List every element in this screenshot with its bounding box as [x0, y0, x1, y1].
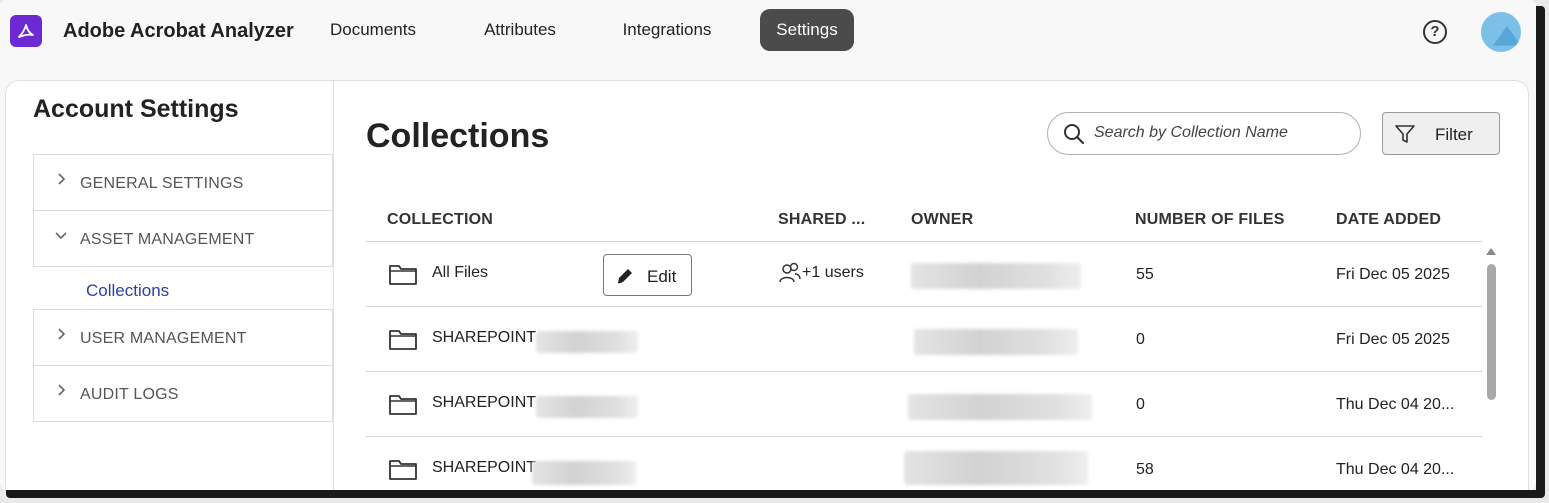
sidebar-item-user-management[interactable]: USER MANAGEMENT	[33, 309, 333, 366]
chevron-right-icon	[54, 383, 68, 397]
edit-button[interactable]: Edit	[603, 254, 692, 296]
settings-sidebar: Account Settings GENERAL SETTINGS ASSET …	[6, 81, 334, 490]
sidebar-title: Account Settings	[33, 95, 239, 123]
search-input[interactable]	[1094, 121, 1344, 145]
search-box[interactable]	[1047, 112, 1361, 155]
content-card: Account Settings GENERAL SETTINGS ASSET …	[5, 80, 1529, 490]
sidebar-item-label: USER MANAGEMENT	[80, 330, 247, 347]
collection-name[interactable]: SHAREPOINT	[432, 394, 536, 412]
table-row[interactable]: SHAREPOINT 58 Thu Dec 04 20...	[366, 437, 1482, 490]
chevron-right-icon	[54, 172, 68, 186]
collection-name[interactable]: All Files	[432, 264, 488, 282]
page-title: Collections	[366, 117, 550, 155]
app-title: Adobe Acrobat Analyzer	[63, 20, 294, 42]
column-header-date-added[interactable]: DATE ADDED	[1336, 211, 1441, 229]
frame-edge	[1536, 6, 1545, 494]
owner-redacted	[911, 263, 1081, 289]
tab-integrations[interactable]: Integrations	[612, 9, 722, 51]
collection-name-redacted	[532, 461, 636, 485]
folder-icon	[388, 327, 418, 351]
collection-name[interactable]: SHAREPOINT	[432, 459, 536, 477]
avatar[interactable]	[1481, 12, 1521, 52]
table-row[interactable]: SHAREPOINT 0 Thu Dec 04 20...	[366, 372, 1482, 437]
sidebar-item-audit-logs[interactable]: AUDIT LOGS	[33, 365, 333, 422]
date-added: Fri Dec 05 2025	[1336, 331, 1450, 348]
chevron-right-icon	[54, 327, 68, 341]
folder-icon	[388, 392, 418, 416]
collection-name-redacted	[536, 396, 638, 418]
tab-documents[interactable]: Documents	[318, 9, 428, 51]
column-header-owner[interactable]: OWNER	[911, 211, 973, 229]
filter-label: Filter	[1435, 125, 1473, 144]
file-count: 0	[1136, 331, 1145, 348]
scrollbar-thumb[interactable]	[1487, 264, 1496, 400]
acrobat-logo-icon[interactable]	[10, 15, 42, 47]
shared-users[interactable]: +1 users	[778, 262, 864, 284]
pencil-icon	[615, 266, 635, 286]
column-header-shared[interactable]: SHARED ...	[778, 211, 865, 229]
sidebar-item-general-settings[interactable]: GENERAL SETTINGS	[33, 154, 333, 211]
folder-icon	[388, 262, 418, 286]
scroll-up-arrow-icon[interactable]	[1486, 248, 1496, 255]
file-count: 55	[1136, 266, 1154, 283]
filter-button[interactable]: Filter	[1382, 112, 1500, 155]
collections-panel: Collections Filter COLLECTION SHARED ...…	[334, 81, 1528, 490]
sidebar-item-label: GENERAL SETTINGS	[80, 175, 244, 192]
sidebar-item-label: ASSET MANAGEMENT	[80, 231, 255, 248]
tab-attributes[interactable]: Attributes	[470, 9, 570, 51]
filter-icon	[1394, 123, 1416, 145]
chevron-down-icon	[54, 228, 68, 242]
app-window: Adobe Acrobat Analyzer Documents Attribu…	[0, 0, 1536, 490]
top-bar: Adobe Acrobat Analyzer Documents Attribu…	[0, 0, 1536, 64]
column-header-collection[interactable]: COLLECTION	[387, 211, 493, 229]
collection-name-redacted	[536, 331, 638, 353]
date-added: Fri Dec 05 2025	[1336, 266, 1450, 283]
collection-name[interactable]: SHAREPOINT	[432, 329, 536, 347]
users-icon	[779, 262, 801, 283]
edit-label: Edit	[647, 267, 677, 286]
sidebar-item-label: AUDIT LOGS	[80, 386, 179, 403]
shared-users-label: +1 users	[802, 264, 864, 282]
owner-redacted	[904, 451, 1088, 485]
help-icon[interactable]: ?	[1423, 20, 1447, 44]
tab-settings[interactable]: Settings	[760, 9, 854, 51]
column-header-number-of-files[interactable]: NUMBER OF FILES	[1135, 211, 1285, 229]
date-added: Thu Dec 04 20...	[1336, 461, 1455, 478]
table-row[interactable]: All Files Edit +1 users 55 Fri Dec 05 20…	[366, 242, 1482, 307]
owner-redacted	[908, 394, 1092, 420]
file-count: 58	[1136, 461, 1154, 478]
sidebar-item-asset-management[interactable]: ASSET MANAGEMENT	[33, 210, 333, 267]
owner-redacted	[914, 329, 1078, 355]
folder-icon	[388, 457, 418, 481]
search-icon	[1062, 122, 1086, 146]
file-count: 0	[1136, 396, 1145, 413]
date-added: Thu Dec 04 20...	[1336, 396, 1455, 413]
frame-edge	[6, 490, 1545, 498]
sidebar-item-collections[interactable]: Collections	[86, 281, 169, 301]
table-row[interactable]: SHAREPOINT 0 Fri Dec 05 2025	[366, 307, 1482, 372]
